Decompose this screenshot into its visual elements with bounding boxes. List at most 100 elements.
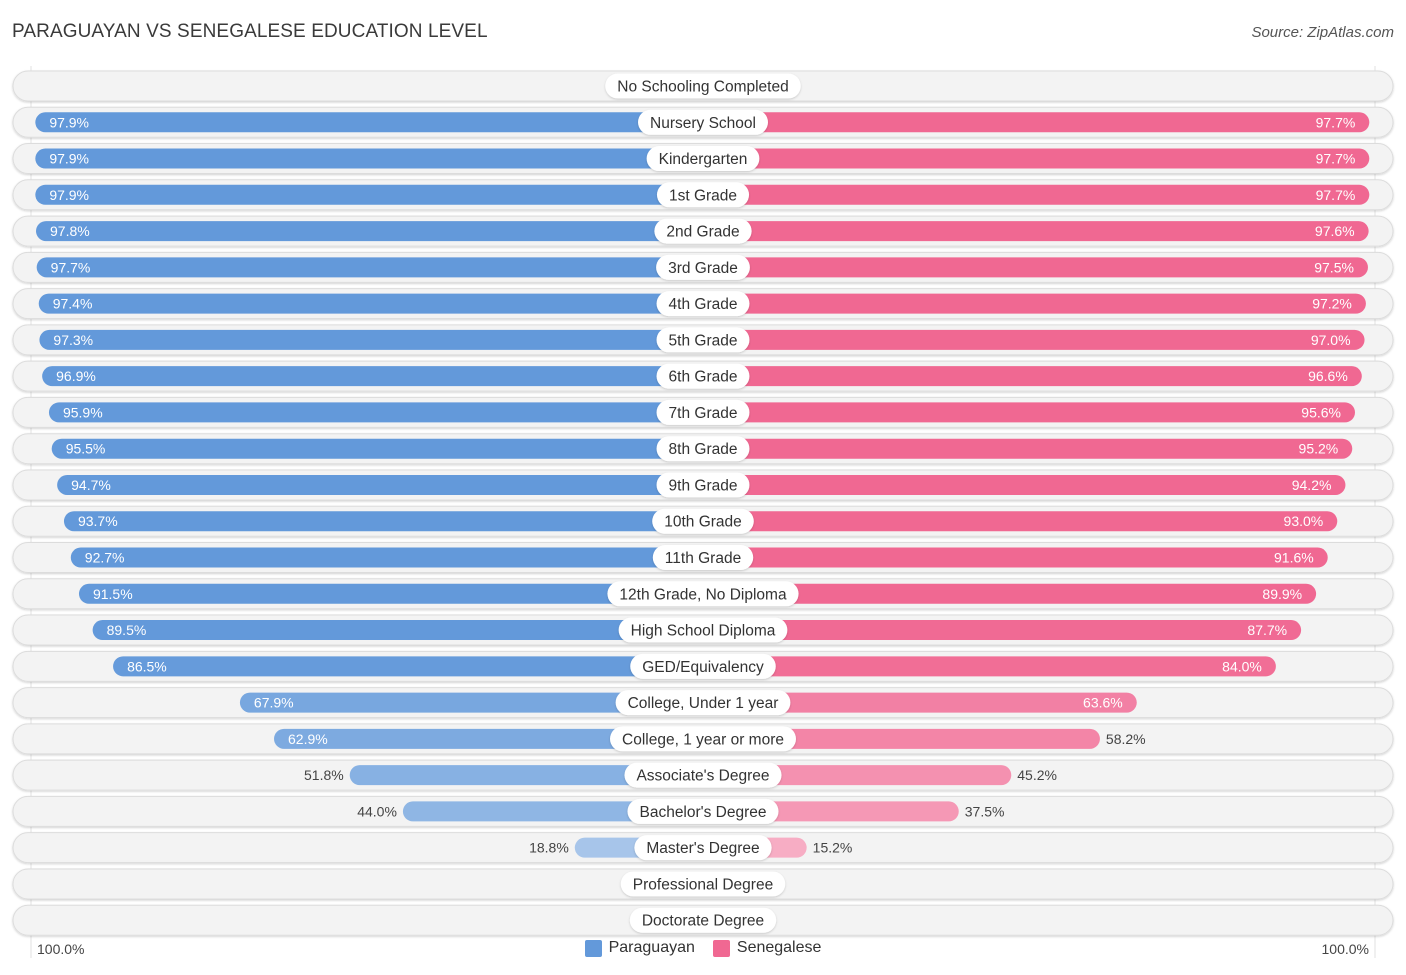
- value-label-paraguayan: 97.8%: [50, 223, 90, 239]
- bar-paraguayan[interactable]: [36, 257, 724, 278]
- chart-row: 95.5% 95.2% 8th Grade: [12, 433, 1394, 465]
- category-label: 11th Grade: [665, 550, 741, 567]
- value-label-senegalese: 97.7%: [1316, 151, 1356, 167]
- value-label-senegalese: 84.0%: [1222, 658, 1262, 674]
- chart-row: 5.9%4.6%Professional Degree: [12, 868, 1394, 900]
- category-label: Bachelor's Degree: [639, 804, 766, 821]
- chart-row: 94.7% 94.2% 9th Grade: [12, 469, 1394, 501]
- value-label-senegalese: 95.6%: [1301, 404, 1341, 420]
- bar-paraguayan[interactable]: [51, 438, 723, 459]
- bar-senegalese[interactable]: [683, 184, 1370, 205]
- category-label: 10th Grade: [664, 514, 742, 531]
- category-label: College, 1 year or more: [622, 731, 784, 748]
- chart-row: 51.8% 45.2% Associate's Degree: [12, 759, 1394, 791]
- category-label: 3rd Grade: [668, 260, 738, 277]
- value-label-senegalese: 45.2%: [1017, 767, 1057, 783]
- value-label-paraguayan: 95.9%: [63, 404, 103, 420]
- chart-row: 86.5% 84.0% GED/Equivalency: [12, 650, 1394, 682]
- value-label-paraguayan: 95.5%: [66, 441, 106, 457]
- bar-paraguayan[interactable]: [35, 184, 723, 205]
- category-label: No Schooling Completed: [617, 79, 788, 96]
- legend-item-senegalese[interactable]: Senegalese: [712, 939, 822, 957]
- legend-swatch-senegalese: [712, 939, 730, 957]
- value-label-paraguayan: 44.0%: [357, 803, 397, 819]
- category-label: Nursery School: [650, 115, 756, 132]
- chart-row: 93.7% 93.0% 10th Grade: [12, 505, 1394, 537]
- value-label-senegalese: 97.6%: [1315, 223, 1355, 239]
- value-label-senegalese: 97.2%: [1312, 296, 1352, 312]
- bar-paraguayan[interactable]: [42, 366, 724, 387]
- category-label: 1st Grade: [669, 187, 737, 204]
- category-label: Professional Degree: [633, 876, 773, 893]
- chart-row: 97.8% 97.6% 2nd Grade: [12, 215, 1394, 247]
- chart-row: 97.4% 97.2% 4th Grade: [12, 288, 1394, 320]
- category-label: Doctorate Degree: [642, 913, 764, 930]
- category-label: 6th Grade: [669, 369, 738, 386]
- bar-paraguayan[interactable]: [38, 293, 724, 314]
- bar-senegalese[interactable]: [683, 329, 1365, 350]
- bar-paraguayan[interactable]: [63, 511, 723, 532]
- value-label-senegalese: 97.0%: [1311, 332, 1351, 348]
- bar-paraguayan[interactable]: [35, 148, 723, 169]
- chart-row: 44.0% 37.5% Bachelor's Degree: [12, 795, 1394, 827]
- category-label: 12th Grade, No Diploma: [619, 586, 787, 603]
- value-label-paraguayan: 97.4%: [53, 296, 93, 312]
- value-label-paraguayan: 86.5%: [127, 658, 167, 674]
- bar-senegalese[interactable]: [683, 293, 1366, 314]
- chart-row: 92.7% 91.6% 11th Grade: [12, 542, 1394, 574]
- value-label-senegalese: 58.2%: [1106, 731, 1146, 747]
- bar-senegalese[interactable]: [683, 547, 1328, 568]
- chart-row: 97.3% 97.0% 5th Grade: [12, 324, 1394, 356]
- value-label-senegalese: 94.2%: [1292, 477, 1332, 493]
- value-label-senegalese: 87.7%: [1247, 622, 1287, 638]
- bar-paraguayan[interactable]: [48, 402, 724, 423]
- legend: Paraguayan Senegalese: [0, 939, 1406, 957]
- value-label-paraguayan: 89.5%: [107, 622, 147, 638]
- value-label-paraguayan: 67.9%: [254, 695, 294, 711]
- category-label: 9th Grade: [669, 477, 738, 494]
- bar-senegalese[interactable]: [683, 257, 1368, 278]
- category-label: GED/Equivalency: [642, 659, 764, 676]
- value-label-paraguayan: 51.8%: [304, 767, 344, 783]
- value-label-senegalese: 97.7%: [1316, 114, 1356, 130]
- value-label-paraguayan: 97.3%: [53, 332, 93, 348]
- value-label-paraguayan: 97.9%: [49, 114, 89, 130]
- legend-item-paraguayan[interactable]: Paraguayan: [584, 939, 695, 957]
- value-label-paraguayan: 97.9%: [49, 151, 89, 167]
- category-label: 4th Grade: [669, 296, 738, 313]
- bar-senegalese[interactable]: [683, 366, 1362, 387]
- category-label: 8th Grade: [669, 441, 738, 458]
- value-label-paraguayan: 18.8%: [529, 840, 569, 856]
- bar-paraguayan[interactable]: [36, 221, 723, 242]
- value-label-paraguayan: 94.7%: [71, 477, 111, 493]
- legend-label-paraguayan: Paraguayan: [608, 939, 695, 956]
- chart-canvas: 2.2%2.3%No Schooling Completed 97.9% 97.7%…: [12, 66, 1394, 958]
- category-label: 5th Grade: [669, 332, 738, 349]
- bar-senegalese[interactable]: [683, 511, 1338, 532]
- category-label: 2nd Grade: [666, 224, 739, 241]
- chart-row: 91.5% 89.9% 12th Grade, No Diploma: [12, 578, 1394, 610]
- bar-senegalese[interactable]: [683, 221, 1369, 242]
- bar-paraguayan[interactable]: [35, 112, 723, 133]
- value-label-senegalese: 97.5%: [1314, 259, 1354, 275]
- value-label-senegalese: 37.5%: [965, 803, 1005, 819]
- category-label: College, Under 1 year: [628, 695, 779, 712]
- value-label-paraguayan: 91.5%: [93, 586, 133, 602]
- bar-senegalese[interactable]: [683, 112, 1370, 133]
- bar-senegalese[interactable]: [683, 474, 1346, 495]
- chart-row: 97.9% 97.7% Nursery School: [12, 106, 1394, 138]
- category-label: High School Diploma: [631, 623, 776, 640]
- legend-label-senegalese: Senegalese: [736, 939, 822, 956]
- chart-row: 97.7% 97.5% 3rd Grade: [12, 251, 1394, 283]
- value-label-senegalese: 96.6%: [1308, 368, 1348, 384]
- category-label: Kindergarten: [659, 151, 748, 168]
- bar-senegalese[interactable]: [683, 402, 1355, 423]
- chart-row: 97.9% 97.7% Kindergarten: [12, 143, 1394, 175]
- bar-senegalese[interactable]: [683, 438, 1353, 459]
- chart-row: 62.9% 58.2% College, 1 year or more: [12, 723, 1394, 755]
- bar-paraguayan[interactable]: [39, 329, 723, 350]
- bar-paraguayan[interactable]: [57, 474, 724, 495]
- bar-paraguayan[interactable]: [70, 547, 723, 568]
- chart-row: 67.9% 63.6% College, Under 1 year: [12, 687, 1394, 719]
- bar-senegalese[interactable]: [683, 148, 1370, 169]
